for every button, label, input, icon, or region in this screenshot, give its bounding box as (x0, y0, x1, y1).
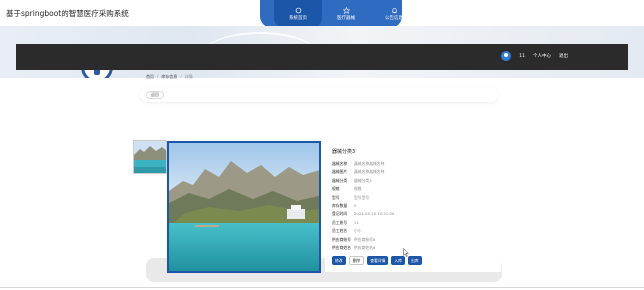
field-key: 器械图片 (332, 169, 348, 175)
field-row: 型号 型号型号 (332, 194, 394, 202)
field-value: 0 (354, 203, 357, 209)
field-key: 型号 (332, 194, 340, 200)
nav-item-label: 系统首页 (289, 16, 307, 21)
nav-item-home[interactable]: 系统首页 (274, 0, 322, 28)
field-row: 员工账号 11 (332, 219, 394, 227)
field-row: 器械图片 器械名称器械名称 (332, 168, 394, 176)
app-title: 基于springboot的智慧医疗采购系统 (6, 9, 129, 18)
field-row: 器械名称 器械名称器械名称 (332, 160, 394, 168)
delete-button[interactable]: 删除 (348, 256, 365, 265)
stock-in-button[interactable]: 入库 (391, 256, 405, 265)
field-key: 器械分类 (332, 177, 348, 183)
field-key: 规格 (332, 186, 340, 192)
home-icon (295, 7, 301, 14)
field-value: 11 (354, 219, 359, 225)
bell-icon (391, 8, 397, 14)
logout-link[interactable]: 退出 (559, 53, 568, 59)
user-bar: 11 个人中心 退出 (16, 44, 628, 70)
user-area: 11 个人中心 退出 (501, 51, 568, 61)
mouse-cursor-icon (403, 248, 409, 257)
image-thumbnail[interactable] (133, 140, 167, 174)
field-value: 器械分类3 (354, 177, 372, 183)
back-button[interactable]: 返回 (146, 91, 164, 99)
field-key: 登记时间 (332, 211, 348, 217)
field-value: 型号型号 (354, 194, 370, 200)
edit-button[interactable]: 修改 (332, 256, 346, 265)
field-value: 器械名称器械名称 (354, 161, 385, 166)
main-nav: 系统首页 医疗器械 公告信息 (274, 0, 418, 28)
breadcrumb-current: 详情 (184, 74, 193, 79)
landscape-image (169, 143, 319, 271)
breadcrumb-section[interactable]: 库存信息 (161, 74, 177, 80)
user-center-link[interactable]: 个人中心 (533, 53, 551, 59)
field-value: 小小 (354, 228, 362, 234)
view-details-button[interactable]: 查看详情 (367, 256, 389, 265)
footer-divider (0, 287, 644, 288)
avatar[interactable] (501, 51, 512, 61)
field-value: 供应商账号8 (354, 236, 376, 242)
main-image (167, 141, 321, 273)
nav-item-notices[interactable]: 公告信息 (370, 0, 418, 28)
page: 基于springboot的智慧医疗采购系统 系统首页 医疗器械 公告信息 11 … (0, 0, 644, 290)
detail-title: 器械分类3 (332, 149, 356, 155)
field-row: 库存数量 0 (332, 202, 394, 210)
field-row: 供应商账号 供应商账号8 (332, 236, 394, 244)
field-key: 库存数量 (332, 203, 348, 209)
field-key: 器械名称 (332, 161, 348, 166)
nav-item-equipment[interactable]: 医疗器械 (322, 0, 370, 28)
breadcrumb-separator: / (180, 74, 182, 79)
field-value: 供应商姓名8 (354, 245, 376, 251)
field-row: 规格 规格 (332, 185, 394, 193)
field-row: 员工姓名 小小 (332, 227, 394, 235)
landscape-thumbnail-image (134, 141, 166, 173)
top-bar: 基于springboot的智慧医疗采购系统 系统首页 医疗器械 公告信息 (0, 0, 644, 28)
field-value: 器械名称器械名称 (354, 169, 385, 175)
field-row: 供应商姓名 供应商姓名8 (332, 244, 394, 252)
field-key: 供应商姓名 (332, 245, 351, 251)
field-key: 供应商账号 (332, 236, 351, 242)
detail-actions: 修改 删除 查看详情 入库 出库 (332, 256, 422, 265)
field-value: 2024-05-25 10:51:00 (354, 211, 395, 217)
nav-item-label: 公告信息 (385, 16, 403, 21)
back-row: 返回 (140, 88, 498, 102)
star-icon (342, 7, 350, 14)
field-key: 员工姓名 (332, 228, 348, 234)
username: 11 (519, 53, 525, 59)
breadcrumb: 首页 / 库存信息 / 详情 (146, 74, 193, 80)
breadcrumb-home[interactable]: 首页 (146, 74, 154, 80)
field-value: 规格 (354, 186, 362, 192)
breadcrumb-separator: / (157, 74, 159, 79)
stock-out-button[interactable]: 出库 (407, 256, 422, 265)
detail-panel: 器械分类3 器械名称 器械名称器械名称 器械图片 器械名称器械名称 器械分类 器械分类… (325, 140, 501, 272)
nav-item-label: 医疗器械 (337, 16, 355, 21)
field-key: 员工账号 (332, 219, 348, 225)
field-row: 登记时间 2024-05-25 10:51:00 (332, 210, 394, 218)
detail-fields: 器械名称 器械名称器械名称 器械图片 器械名称器械名称 器械分类 器械分类3 规格 规格… (332, 160, 394, 252)
field-row: 器械分类 器械分类3 (332, 177, 394, 185)
